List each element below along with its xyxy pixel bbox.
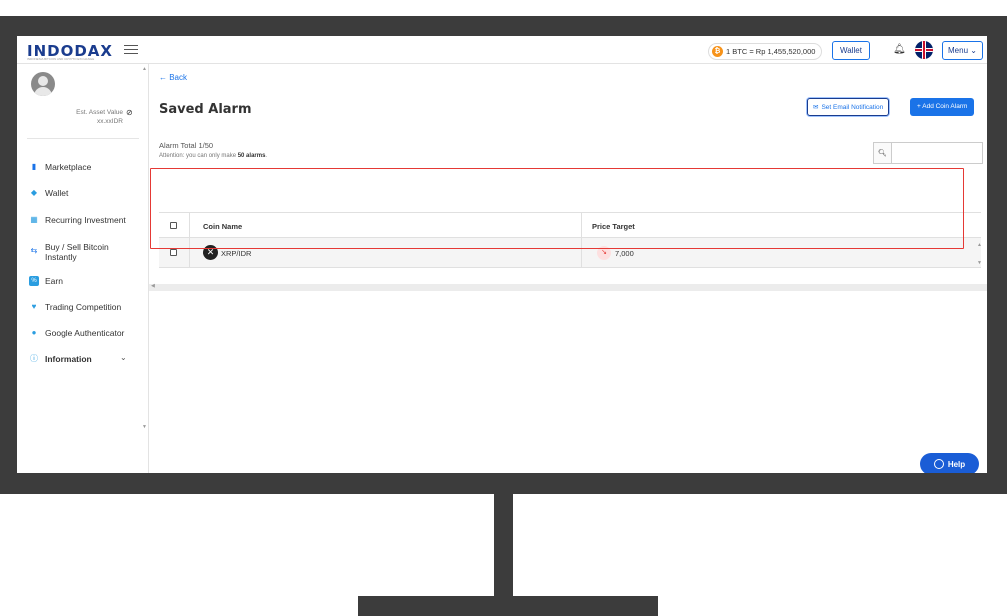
main-content: ← Back Saved Alarm ✉ Set Email Notificat…	[149, 64, 987, 473]
add-coin-alarm-button[interactable]: + Add Coin Alarm	[910, 98, 975, 116]
search-icon[interactable]: 🔍︎	[873, 142, 891, 164]
screen: INDODAX INDONESIA BITCOIN AND CRYPTO EXC…	[17, 36, 987, 473]
wallet-button[interactable]: Wallet	[832, 41, 870, 60]
monitor-stand-neck	[494, 494, 513, 596]
sidebar: ▲ ▼ Est. Asset Value ⊘ xx.xxIDR ▮ Marketp…	[17, 64, 149, 473]
price-target: 7,000	[615, 249, 634, 258]
sidebar-item-wallet[interactable]: ◆ Wallet	[29, 188, 68, 198]
back-link[interactable]: ← Back	[159, 73, 187, 82]
avatar[interactable]	[31, 72, 55, 96]
info-icon: ⓘ	[30, 354, 38, 363]
xrp-coin-icon: ✕	[203, 245, 218, 260]
asset-value: xx.xxIDR	[97, 118, 123, 125]
sidebar-divider	[27, 138, 139, 139]
calendar-icon: ▦	[30, 215, 38, 224]
sidebar-item-recurring-investment[interactable]: ▦ Recurring Investment	[29, 215, 126, 225]
bell-icon[interactable]: 🔔︎	[893, 44, 906, 55]
search-group: 🔍︎	[873, 142, 983, 164]
sidebar-item-information[interactable]: ⓘ Information	[29, 354, 92, 364]
asset-value-label: Est. Asset Value	[76, 109, 123, 116]
alarm-total: Alarm Total 1/50	[159, 141, 214, 150]
set-email-notification-button[interactable]: ✉ Set Email Notification	[807, 98, 890, 116]
bar-chart-icon: ▮	[31, 162, 37, 171]
google-icon: ●	[31, 328, 37, 337]
chevron-down-icon: ⌄	[970, 46, 977, 55]
sidebar-item-buy-sell-bitcoin[interactable]: ⇆ Buy / Sell Bitcoin Instantly	[29, 242, 129, 262]
row-checkbox[interactable]	[170, 249, 177, 256]
eye-slash-icon[interactable]: ⊘	[126, 108, 133, 117]
menu-button[interactable]: Menu ⌄	[942, 41, 983, 60]
coin-name: XRP/IDR	[221, 249, 252, 258]
uk-flag-icon[interactable]	[915, 41, 933, 59]
menu-label: Menu	[948, 46, 969, 55]
table-horizontal-scrollbar[interactable]: ◀	[149, 283, 987, 291]
wallet-icon: ◆	[30, 188, 38, 197]
btc-rate-text: 1 BTC = Rp 1,455,520,000	[726, 47, 816, 56]
sidebar-item-google-authenticator[interactable]: ● Google Authenticator	[29, 328, 125, 338]
table-row[interactable]: ✕ XRP/IDR ↘ 7,000	[159, 238, 981, 268]
page-title: Saved Alarm	[159, 102, 252, 117]
select-all-checkbox[interactable]	[170, 222, 177, 229]
monitor-stand-base	[358, 596, 658, 616]
email-settings-icon: ✉	[813, 104, 819, 111]
top-bar: INDODAX INDONESIA BITCOIN AND CRYPTO EXC…	[17, 36, 987, 64]
table-header: Coin Name Price Target	[159, 212, 981, 238]
hamburger-icon[interactable]	[124, 42, 138, 56]
btc-rate-badge: ₿ 1 BTC = Rp 1,455,520,000	[708, 43, 823, 60]
table-scrollbar[interactable]: ▲ ▼	[975, 240, 985, 270]
search-input[interactable]	[891, 142, 983, 164]
sidebar-item-marketplace[interactable]: ▮ Marketplace	[29, 162, 92, 172]
attention-text: Attention: you can only make 50 alarms.	[159, 153, 268, 159]
sidebar-item-earn[interactable]: % Earn	[29, 276, 63, 286]
chat-bubble-icon	[933, 459, 944, 469]
help-button[interactable]: Help	[920, 453, 979, 473]
trend-down-icon: ↘	[597, 246, 611, 260]
logo-tagline: INDONESIA BITCOIN AND CRYPTO EXCHANGE	[27, 57, 95, 61]
column-coin-name[interactable]: Coin Name	[203, 222, 242, 231]
sidebar-scrollbar[interactable]: ▲ ▼	[141, 64, 149, 434]
exchange-icon: ⇆	[30, 246, 38, 255]
bitcoin-icon: ₿	[712, 46, 723, 57]
trophy-icon: ♥	[31, 302, 37, 311]
column-price-target[interactable]: Price Target	[592, 222, 635, 231]
chevron-down-icon[interactable]: ⌄	[120, 353, 127, 362]
sidebar-item-trading-competition[interactable]: ♥ Trading Competition	[29, 302, 122, 312]
earn-icon: %	[29, 276, 39, 286]
